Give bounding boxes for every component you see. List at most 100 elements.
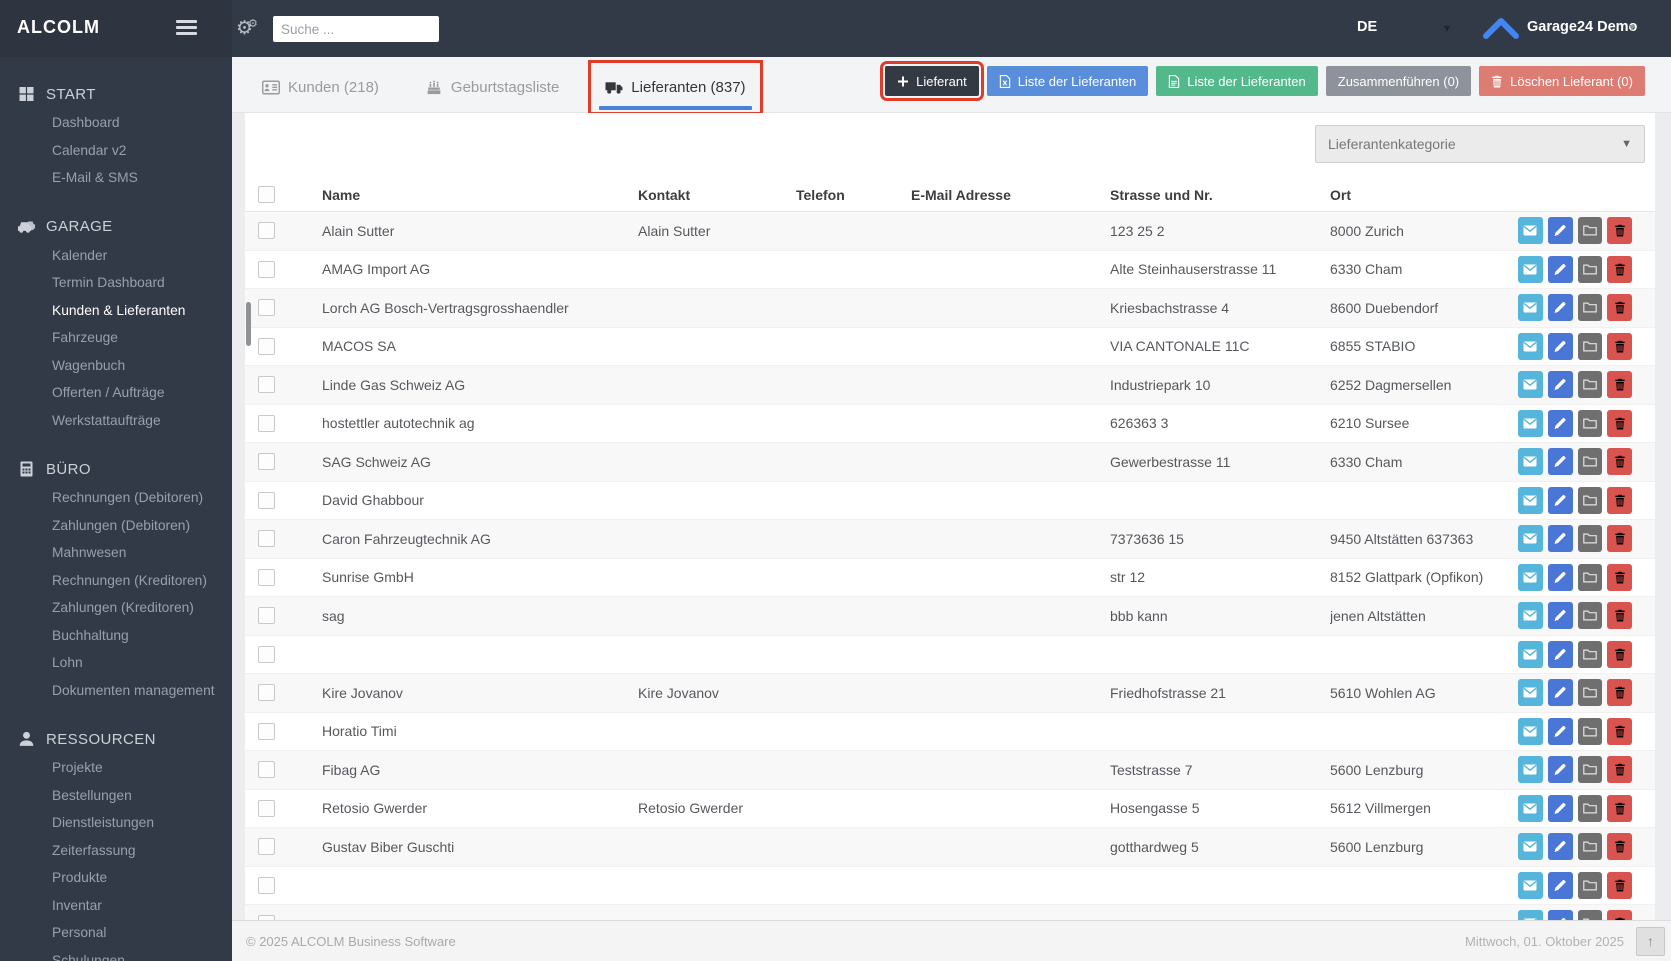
row-delete-button[interactable] (1607, 525, 1632, 552)
row-checkbox[interactable] (258, 838, 275, 855)
table-row[interactable] (245, 866, 1655, 905)
row-documents-button[interactable] (1578, 371, 1603, 398)
row-mail-button[interactable] (1518, 679, 1543, 706)
sidebar-item-zeiterfassung[interactable]: Zeiterfassung (0, 837, 232, 865)
row-edit-button[interactable] (1548, 371, 1573, 398)
row-documents-button[interactable] (1578, 410, 1603, 437)
row-delete-button[interactable] (1607, 333, 1632, 360)
row-edit-button[interactable] (1548, 410, 1573, 437)
row-delete-button[interactable] (1607, 371, 1632, 398)
row-mail-button[interactable] (1518, 410, 1543, 437)
table-row[interactable]: hostettler autotechnik ag 626363 3 6210 … (245, 404, 1655, 443)
tab-lieferanten[interactable]: Lieferanten (837) (591, 63, 759, 112)
row-checkbox[interactable] (258, 376, 275, 393)
row-delete-button[interactable] (1607, 294, 1632, 321)
row-edit-button[interactable] (1548, 564, 1573, 591)
row-checkbox[interactable] (258, 222, 275, 239)
sidebar-item-personal[interactable]: Personal (0, 919, 232, 947)
table-row[interactable]: Horatio Timi (245, 712, 1655, 751)
sidebar-item-rechnungen-debitoren-[interactable]: Rechnungen (Debitoren) (0, 484, 232, 512)
scroll-to-top-button[interactable]: ↑ (1636, 927, 1665, 956)
table-row[interactable]: Caron Fahrzeugtechnik AG 7373636 15 9450… (245, 520, 1655, 559)
row-delete-button[interactable] (1607, 718, 1632, 745)
table-row[interactable]: MACOS SA VIA CANTONALE 11C 6855 STABIO (245, 327, 1655, 366)
row-checkbox[interactable] (258, 530, 275, 547)
row-documents-button[interactable] (1578, 448, 1603, 475)
row-edit-button[interactable] (1548, 294, 1573, 321)
row-edit-button[interactable] (1548, 333, 1573, 360)
supplier-list-excel-button[interactable]: Liste der Lieferanten (987, 66, 1149, 96)
sidebar-item-termin-dashboard[interactable]: Termin Dashboard (0, 269, 232, 297)
table-row[interactable]: Linde Gas Schweiz AG Industriepark 10 62… (245, 366, 1655, 405)
row-delete-button[interactable] (1607, 410, 1632, 437)
table-row[interactable]: Alain Sutter Alain Sutter 123 25 2 8000 … (245, 212, 1655, 251)
sidebar-item-buchhaltung[interactable]: Buchhaltung (0, 622, 232, 650)
row-documents-button[interactable] (1578, 217, 1603, 244)
row-mail-button[interactable] (1518, 256, 1543, 283)
row-checkbox[interactable] (258, 646, 275, 663)
row-documents-button[interactable] (1578, 602, 1603, 629)
sidebar-item-werkstattauftr-ge[interactable]: Werkstattaufträge (0, 407, 232, 435)
row-mail-button[interactable] (1518, 371, 1543, 398)
row-mail-button[interactable] (1518, 487, 1543, 514)
row-documents-button[interactable] (1578, 795, 1603, 822)
row-edit-button[interactable] (1548, 679, 1573, 706)
row-mail-button[interactable] (1518, 718, 1543, 745)
search-input[interactable] (273, 16, 439, 42)
row-mail-button[interactable] (1518, 448, 1543, 475)
table-row[interactable]: SAG Schweiz AG Gewerbestrasse 11 6330 Ch… (245, 443, 1655, 482)
row-documents-button[interactable] (1578, 679, 1603, 706)
row-delete-button[interactable] (1607, 448, 1632, 475)
row-checkbox[interactable] (258, 261, 275, 278)
sidebar-item-rechnungen-kreditoren-[interactable]: Rechnungen (Kreditoren) (0, 567, 232, 595)
supplier-category-select[interactable]: Lieferantenkategorie ▼ (1315, 125, 1645, 163)
table-row[interactable]: Gustav Biber Guschti gotthardweg 5 5600 … (245, 828, 1655, 867)
row-mail-button[interactable] (1518, 795, 1543, 822)
row-documents-button[interactable] (1578, 910, 1603, 920)
row-edit-button[interactable] (1548, 833, 1573, 860)
settings-cogs-icon[interactable]: ⚙⚙ (236, 15, 263, 44)
sidebar-item-dokumenten-management[interactable]: Dokumenten management (0, 677, 232, 705)
table-row[interactable]: David Ghabbour (245, 481, 1655, 520)
row-edit-button[interactable] (1548, 256, 1573, 283)
sidebar-item-projekte[interactable]: Projekte (0, 754, 232, 782)
row-documents-button[interactable] (1578, 525, 1603, 552)
row-delete-button[interactable] (1607, 910, 1632, 920)
row-documents-button[interactable] (1578, 833, 1603, 860)
new-supplier-button[interactable]: Lieferant (885, 66, 979, 96)
row-edit-button[interactable] (1548, 718, 1573, 745)
row-delete-button[interactable] (1607, 487, 1632, 514)
row-mail-button[interactable] (1518, 833, 1543, 860)
row-delete-button[interactable] (1607, 679, 1632, 706)
row-checkbox[interactable] (258, 299, 275, 316)
row-documents-button[interactable] (1578, 333, 1603, 360)
row-checkbox[interactable] (258, 569, 275, 586)
table-row[interactable] (245, 635, 1655, 674)
sidebar-item-dashboard[interactable]: Dashboard (0, 109, 232, 137)
row-checkbox[interactable] (258, 492, 275, 509)
row-delete-button[interactable] (1607, 795, 1632, 822)
sidebar-item-fahrzeuge[interactable]: Fahrzeuge (0, 324, 232, 352)
sidebar-item-kalender[interactable]: Kalender (0, 242, 232, 270)
row-documents-button[interactable] (1578, 487, 1603, 514)
account-menu[interactable]: Garage24 Demo (1527, 19, 1637, 35)
row-mail-button[interactable] (1518, 564, 1543, 591)
sidebar-item-bestellungen[interactable]: Bestellungen (0, 782, 232, 810)
row-delete-button[interactable] (1607, 256, 1632, 283)
row-delete-button[interactable] (1607, 602, 1632, 629)
sidebar-item-calendar-v2[interactable]: Calendar v2 (0, 137, 232, 165)
row-checkbox[interactable] (258, 453, 275, 470)
language-selector[interactable]: DE (1357, 19, 1377, 35)
sidebar-item-offerten-auftr-ge[interactable]: Offerten / Aufträge (0, 379, 232, 407)
delete-supplier-button[interactable]: Löschen Lieferant (0) (1479, 66, 1645, 96)
row-documents-button[interactable] (1578, 294, 1603, 321)
sidebar-item-dienstleistungen[interactable]: Dienstleistungen (0, 809, 232, 837)
row-documents-button[interactable] (1578, 641, 1603, 668)
row-mail-button[interactable] (1518, 602, 1543, 629)
table-row[interactable]: Sunrise GmbH str 12 8152 Glattpark (Opfi… (245, 558, 1655, 597)
row-delete-button[interactable] (1607, 641, 1632, 668)
row-documents-button[interactable] (1578, 756, 1603, 783)
table-row[interactable]: sag bbb kann jenen Altstätten (245, 597, 1655, 636)
row-edit-button[interactable] (1548, 910, 1573, 920)
row-checkbox[interactable] (258, 415, 275, 432)
